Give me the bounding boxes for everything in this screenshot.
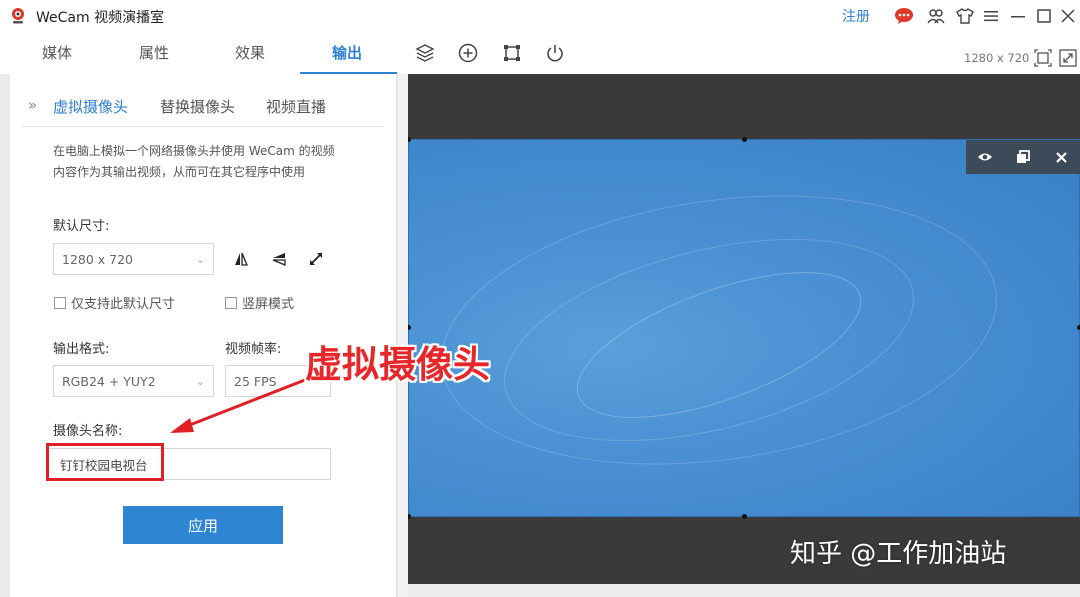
resolution-display: 1280 x 720 <box>964 51 1030 65</box>
annotation-arrow <box>170 376 311 433</box>
apply-button[interactable]: 应用 <box>123 506 283 544</box>
preview-scrollbar[interactable] <box>408 584 1080 597</box>
video-preview[interactable] <box>408 74 1080 584</box>
portrait-mode-label: 竖屏模式 <box>242 297 295 312</box>
frame-rate-label: 视频帧率: <box>225 342 282 357</box>
register-link[interactable]: 注册 <box>842 6 870 26</box>
fit-icon[interactable] <box>1033 48 1053 68</box>
only-default-size-label: 仅支持此默认尺寸 <box>71 297 176 312</box>
video-layer[interactable] <box>408 139 1080 517</box>
chevron-down-icon: ⌄ <box>195 252 205 266</box>
tab-output[interactable]: 输出 <box>332 42 362 63</box>
watermark: 知乎 @工作加油站 <box>790 539 1007 569</box>
tab-properties[interactable]: 属性 <box>139 42 169 63</box>
only-default-size-checkbox[interactable]: 仅支持此默认尺寸 <box>54 293 175 312</box>
resize-handle[interactable] <box>742 137 747 142</box>
users-icon[interactable] <box>925 5 947 27</box>
minimize-icon[interactable] <box>1007 5 1029 27</box>
flip-horizontal-icon[interactable] <box>230 248 252 270</box>
resize-handle[interactable] <box>742 514 747 519</box>
subtab-replace-camera[interactable]: 替换摄像头 <box>160 96 235 117</box>
default-size-value: 1280 x 720 <box>62 251 134 267</box>
description: 在电脑上模拟一个网络摄像头并使用 WeCam 的视频 内容作为其输出视频，从而可… <box>53 141 363 183</box>
double-chevron-icon: » <box>28 96 38 114</box>
tab-media[interactable]: 媒体 <box>42 42 72 63</box>
webcam-icon <box>12 8 24 24</box>
power-icon[interactable] <box>544 42 566 64</box>
wecam-window: WeCam 视频演播室 注册 媒体 属性 效果 输出 » 虚拟摄像头 替换摄像头… <box>0 0 1080 597</box>
menu-icon[interactable] <box>980 5 1002 27</box>
fullscreen-icon[interactable] <box>1058 48 1078 68</box>
output-format-label: 输出格式: <box>53 342 110 357</box>
layer-control-bar <box>966 140 1080 174</box>
default-size-label: 默认尺寸: <box>53 219 110 234</box>
chat-icon[interactable] <box>893 5 915 27</box>
active-tab-indicator <box>300 72 397 74</box>
subtab-divider <box>22 126 384 127</box>
layers-icon[interactable] <box>414 42 436 64</box>
description-line: 内容作为其输出视频，从而可在其它程序中使用 <box>53 165 306 179</box>
title-bar: WeCam 视频演播室 注册 <box>0 0 1080 32</box>
maximize-icon[interactable] <box>1033 5 1055 27</box>
main-tabs: 媒体 属性 效果 输出 <box>0 32 397 74</box>
annotation-callout: 虚拟摄像头 <box>305 343 490 386</box>
portrait-mode-checkbox[interactable]: 竖屏模式 <box>225 293 294 312</box>
camera-name-label: 摄像头名称: <box>53 424 123 439</box>
add-circle-icon[interactable] <box>457 42 479 64</box>
close-icon[interactable] <box>1057 5 1079 27</box>
app-title: WeCam 视频演播室 <box>36 10 165 26</box>
eye-icon[interactable] <box>974 146 996 168</box>
panel-shade <box>0 74 10 597</box>
subtab-live-stream[interactable]: 视频直播 <box>266 96 326 117</box>
tab-effects[interactable]: 效果 <box>235 42 265 63</box>
annotation-highlight-box <box>46 443 164 481</box>
description-line: 在电脑上模拟一个网络摄像头并使用 WeCam 的视频 <box>53 144 335 158</box>
checkbox-box[interactable] <box>54 296 66 309</box>
expand-icon[interactable] <box>305 248 327 270</box>
crop-icon[interactable] <box>501 42 523 64</box>
checkbox-box[interactable] <box>225 296 237 309</box>
resize-handle[interactable] <box>408 514 411 519</box>
shirt-icon[interactable] <box>954 5 976 27</box>
restore-icon[interactable] <box>1012 146 1034 168</box>
subtab-virtual-camera[interactable]: 虚拟摄像头 <box>53 96 128 117</box>
remove-icon[interactable] <box>1051 146 1073 168</box>
default-size-select[interactable]: 1280 x 720 ⌄ <box>53 243 214 275</box>
flip-vertical-icon[interactable] <box>268 248 290 270</box>
output-format-value: RGB24 + YUY2 <box>62 373 156 389</box>
